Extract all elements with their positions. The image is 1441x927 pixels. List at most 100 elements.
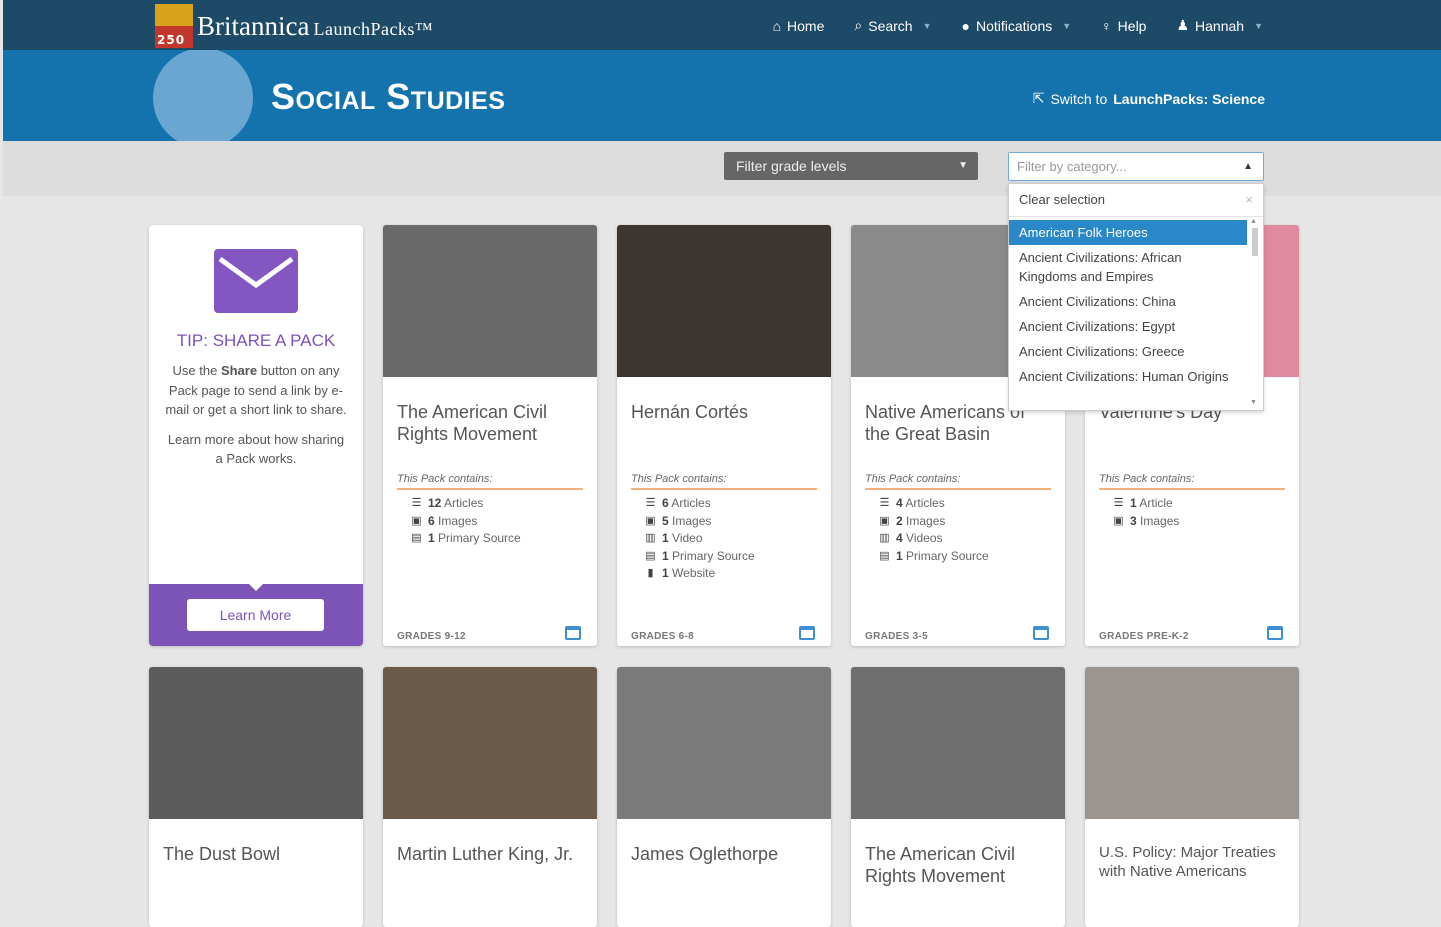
main-nav: ⌂ Home ⌕ Search ▼ ● Notifications ▼ ♀ Help ♟ Hannah… xyxy=(773,17,1263,34)
pack-content-text: 6 Articles xyxy=(662,495,711,513)
content-label: Primary Source xyxy=(906,548,989,563)
pack-content-item: ▤ 1 Primary Source xyxy=(879,548,1065,566)
category-options-list: American Folk Heroes Ancient Civilization… xyxy=(1009,220,1247,389)
calendar-icon[interactable] xyxy=(565,626,581,640)
content-label: Videos xyxy=(906,531,943,545)
category-option[interactable]: Ancient Civilizations: Greece xyxy=(1009,339,1247,364)
tip-paragraph-1: Use the Share button on any Pack page to… xyxy=(165,361,347,420)
pack-title[interactable]: Martin Luther King, Jr. xyxy=(383,843,597,891)
chevron-up-icon: ▲ xyxy=(1243,161,1253,172)
share-arrow-icon: ⇱ xyxy=(1032,90,1045,106)
dropdown-scrollbar[interactable]: ▲ ▼ xyxy=(1250,218,1260,406)
pack-content-text: 5 Images xyxy=(662,513,711,531)
pack-card[interactable]: Hernán Cortés This Pack contains: ☰ 6 Artic… xyxy=(617,225,831,646)
logo-name: Britannica xyxy=(197,10,310,41)
pack-card[interactable]: The American Civil Rights Movement This P… xyxy=(383,225,597,646)
pack-content-text: 12 Articles xyxy=(428,495,483,513)
chevron-down-icon: ▼ xyxy=(1254,20,1263,31)
pack-contents-list: ☰ 12 Articles ▣ 6 Images ▤ 1 Primary Source xyxy=(383,495,597,548)
pack-content-item: ▣ 2 Images xyxy=(879,513,1065,531)
footer-notch xyxy=(248,583,264,591)
content-count: 3 xyxy=(1130,513,1137,528)
chat-bubble-icon: ● xyxy=(961,17,970,34)
content-count: 1 xyxy=(1130,496,1137,510)
logo-product: LaunchPacks™ xyxy=(313,18,434,39)
grade-level-label: GRADES 9-12 xyxy=(397,631,466,642)
pack-card[interactable]: The American Civil Rights Movement xyxy=(851,667,1065,927)
pack-content-item: ▣ 5 Images xyxy=(645,513,831,531)
pack-contains-label: This Pack contains: xyxy=(1099,473,1285,490)
pack-card[interactable]: Martin Luther King, Jr. xyxy=(383,667,597,927)
content-label: Images xyxy=(672,513,712,528)
tip-title: TIP: SHARE A PACK xyxy=(176,331,336,350)
pack-title[interactable]: The American Civil Rights Movement xyxy=(383,401,597,449)
category-option[interactable]: Ancient Civilizations: Egypt xyxy=(1009,314,1247,339)
nav-label: Help xyxy=(1117,17,1147,34)
pack-title[interactable]: The American Civil Rights Movement xyxy=(851,843,1065,891)
content-count: 4 xyxy=(896,496,903,510)
pack-image[interactable] xyxy=(617,667,831,819)
pack-card[interactable]: U.S. Policy: Major Treaties with Native … xyxy=(1085,667,1299,927)
top-navbar: 250 Britannica LaunchPacks™ ⌂ Home ⌕ Search… xyxy=(3,0,1441,50)
pack-image[interactable] xyxy=(149,667,363,819)
page-title: Social Studies xyxy=(271,76,506,117)
pack-card[interactable]: James Oglethorpe xyxy=(617,667,831,927)
nav-chat-bubble[interactable]: ● Notifications ▼ xyxy=(962,17,1072,34)
calendar-icon[interactable] xyxy=(1033,626,1049,640)
grade-level-label: GRADES 3-5 xyxy=(865,631,929,642)
nav-home[interactable]: ⌂ Home xyxy=(773,17,825,34)
pack-content-text: 4 Articles xyxy=(896,495,945,513)
content-label: Primary Source xyxy=(438,531,521,545)
pack-title[interactable]: The Dust Bowl xyxy=(149,843,363,891)
film-icon: ▥ xyxy=(879,532,890,544)
content-count: 6 xyxy=(428,513,435,528)
pack-content-text: 1 Website xyxy=(662,565,715,583)
nav-user[interactable]: ♟ Hannah ▼ xyxy=(1176,17,1263,34)
learn-more-button[interactable]: Learn More xyxy=(187,599,324,631)
pack-title[interactable]: U.S. Policy: Major Treaties with Native … xyxy=(1085,843,1299,891)
calendar-icon[interactable] xyxy=(799,626,815,640)
pack-image[interactable] xyxy=(617,225,831,377)
pack-card[interactable]: The Dust Bowl xyxy=(149,667,363,927)
tip-share-card: TIP: SHARE A PACK Use the Share button o… xyxy=(149,225,363,646)
category-option[interactable]: Ancient Civilizations: African Kingdoms … xyxy=(1009,245,1247,289)
pack-content-text: 3 Images xyxy=(1130,513,1179,531)
clear-selection-label: Clear selection xyxy=(1019,192,1105,207)
nav-label: Search xyxy=(868,17,913,34)
nav-lightbulb[interactable]: ♀ Help xyxy=(1101,17,1146,34)
switch-launchpacks-link[interactable]: ⇱ Switch to LaunchPacks: Science xyxy=(1033,90,1265,107)
content-count: 1 xyxy=(662,548,669,563)
pack-content-text: 6 Images xyxy=(428,513,477,531)
britannica-logo[interactable]: 250 Britannica LaunchPacks™ xyxy=(155,4,433,48)
pack-image[interactable] xyxy=(383,667,597,819)
pack-contains-label: This Pack contains: xyxy=(631,473,817,490)
lightbulb-icon: ♀ xyxy=(1101,17,1112,34)
clear-selection-option[interactable]: Clear selection × xyxy=(1009,184,1263,217)
content-label: Articles xyxy=(905,496,945,510)
pack-title[interactable]: James Oglethorpe xyxy=(617,843,831,891)
pack-title[interactable]: Hernán Cortés xyxy=(617,401,831,449)
pack-contains-label: This Pack contains: xyxy=(865,473,1051,490)
pack-image[interactable] xyxy=(851,667,1065,819)
category-filter-input[interactable]: Filter by category... ▲ xyxy=(1008,152,1264,181)
nav-search[interactable]: ⌕ Search ▼ xyxy=(854,17,931,34)
category-option[interactable]: Ancient Civilizations: Human Origins xyxy=(1009,364,1247,389)
pack-content-item: ▣ 6 Images xyxy=(411,513,597,531)
scroll-up-icon[interactable]: ▲ xyxy=(1250,218,1257,225)
tip-text: Use the Share button on any Pack page to… xyxy=(165,361,347,469)
scroll-down-icon[interactable]: ▼ xyxy=(1250,399,1257,406)
document-icon: ▤ xyxy=(879,549,890,562)
close-icon[interactable]: × xyxy=(1245,184,1253,216)
category-option[interactable]: American Folk Heroes xyxy=(1009,220,1247,245)
pack-image[interactable] xyxy=(383,225,597,377)
calendar-icon[interactable] xyxy=(1267,626,1283,640)
pack-image[interactable] xyxy=(1085,667,1299,819)
category-option[interactable]: Ancient Civilizations: China xyxy=(1009,289,1247,314)
list-icon: ☰ xyxy=(1113,497,1124,509)
grade-filter-select[interactable]: Filter grade levels ▼ xyxy=(724,152,978,180)
scrollbar-thumb[interactable] xyxy=(1252,228,1258,256)
nav-label: Home xyxy=(787,17,825,34)
pack-content-item: ☰ 4 Articles xyxy=(879,495,1065,513)
content-count: 1 xyxy=(662,531,669,545)
tip-text-share: Share xyxy=(220,363,258,378)
